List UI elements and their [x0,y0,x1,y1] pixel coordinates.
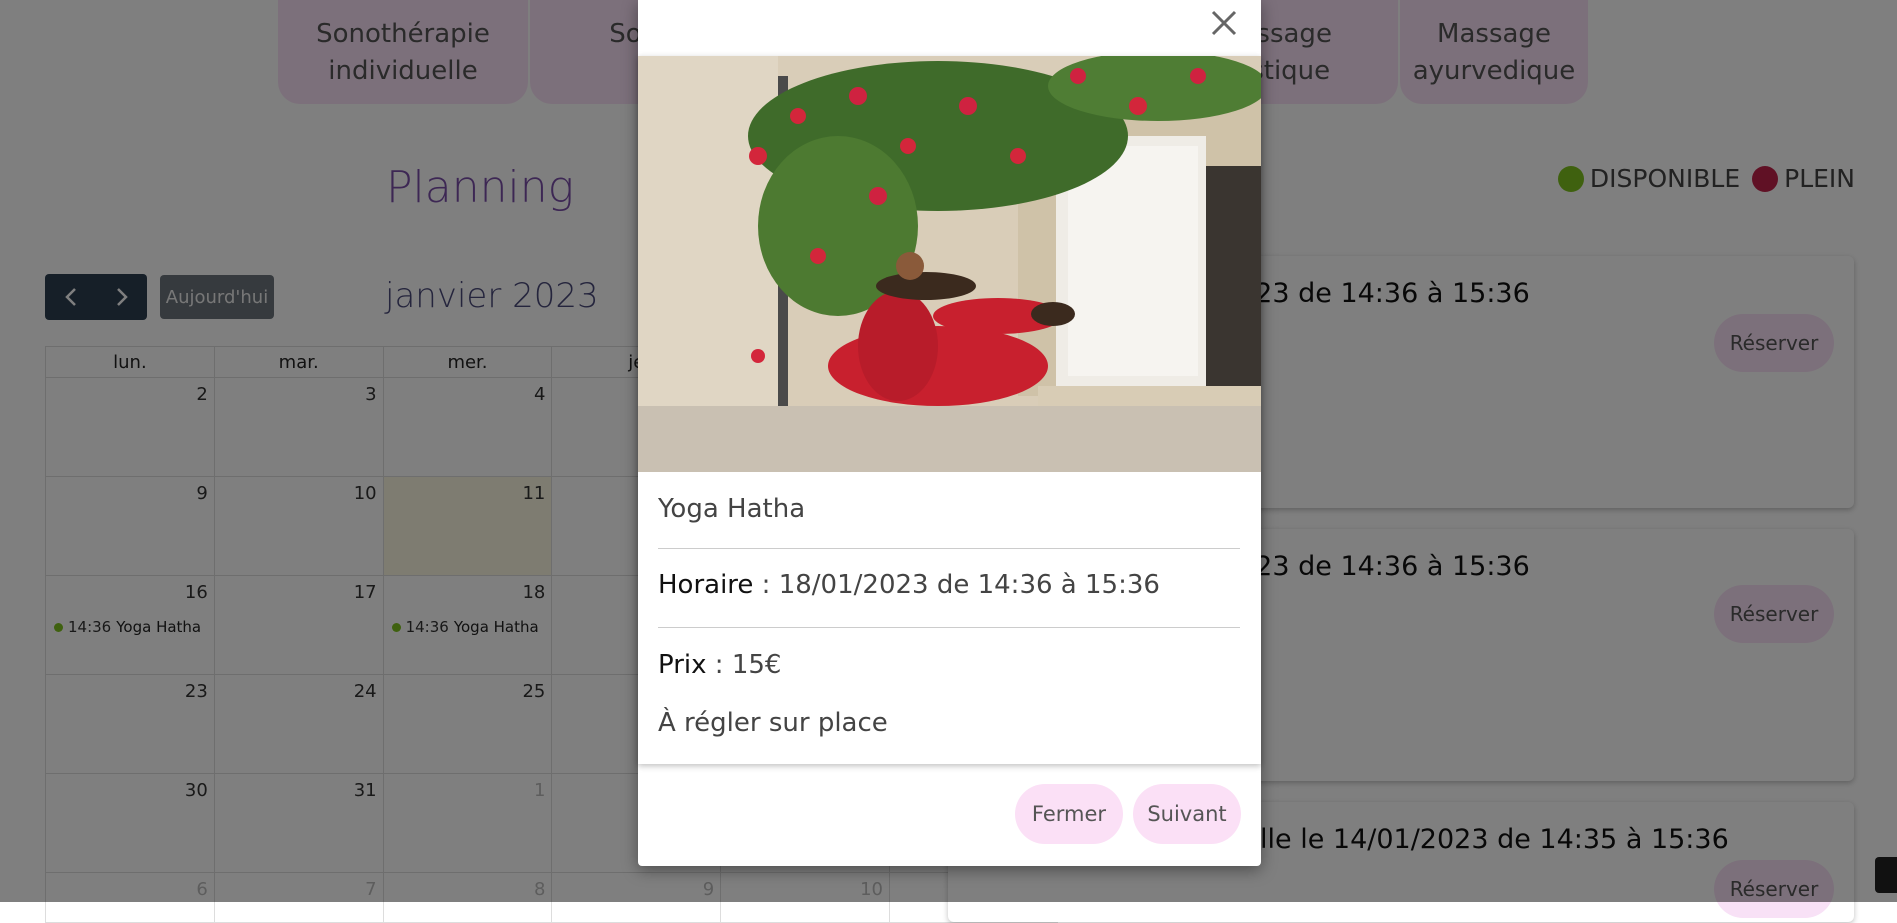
schedule-label: Horaire [658,570,754,600]
payment-note: À régler sur place [658,708,888,738]
yoga-photo-image [638,56,1261,472]
event-price: Prix : 15€ [658,650,781,680]
event-photo [638,56,1261,472]
next-button[interactable]: Suivant [1133,784,1241,844]
price-value: : 15€ [706,650,782,680]
schedule-value: : 18/01/2023 de 14:36 à 15:36 [753,570,1160,600]
close-button[interactable]: Fermer [1015,784,1123,844]
event-detail-modal: Yoga Hatha Horaire : 18/01/2023 de 14:36… [638,0,1261,866]
price-label: Prix [658,650,707,680]
close-icon [1211,10,1237,36]
event-title: Yoga Hatha [658,494,806,524]
divider [658,548,1240,549]
divider [658,627,1240,628]
close-modal-button[interactable] [1205,4,1243,42]
event-schedule: Horaire : 18/01/2023 de 14:36 à 15:36 [658,570,1160,600]
